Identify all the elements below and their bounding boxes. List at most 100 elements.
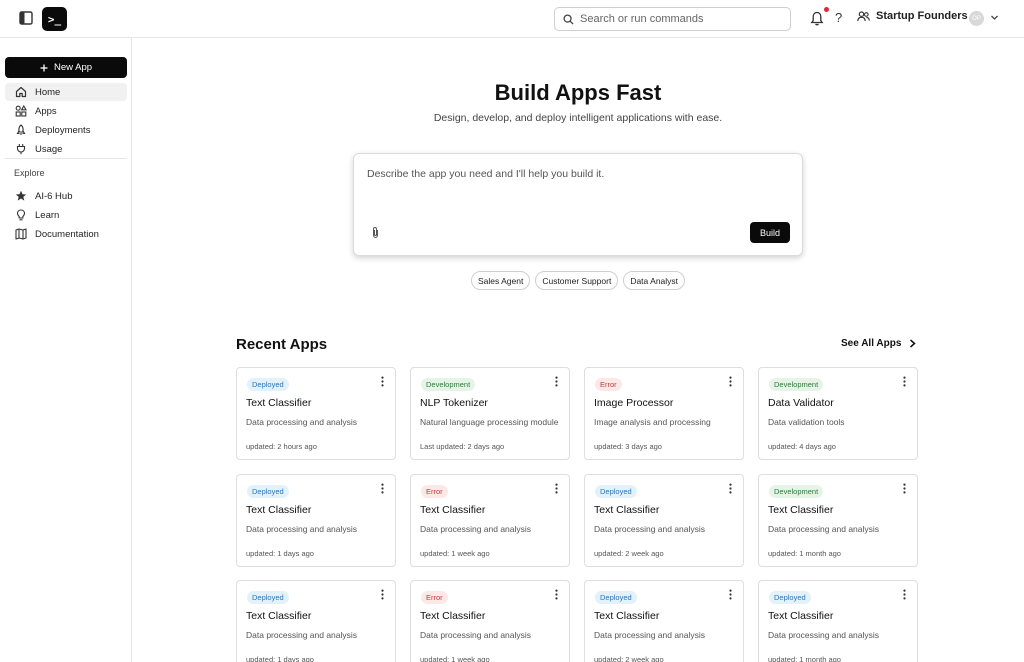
more-vertical-icon[interactable] — [902, 376, 907, 387]
app-card[interactable]: Deployed Text Classifier Data processing a… — [584, 474, 744, 567]
see-all-apps-link[interactable]: See All Apps — [841, 338, 917, 349]
sidebar-item-label: Documentation — [35, 228, 99, 240]
prompt-box: Build — [353, 153, 803, 256]
card-updated: updated: 3 days ago — [594, 442, 662, 451]
card-title: Text Classifier — [246, 397, 312, 409]
card-updated: updated: 1 month ago — [768, 549, 841, 558]
card-title: Text Classifier — [768, 504, 834, 516]
card-description: Data processing and analysis — [594, 524, 706, 534]
suggestion-chips: Sales Agent Customer Support Data Analys… — [132, 271, 1024, 290]
home-icon — [15, 86, 27, 98]
sidebar-item-documentation[interactable]: Documentation — [5, 225, 127, 243]
status-badge: Deployed — [595, 485, 637, 498]
usage-icon — [16, 144, 26, 155]
card-description: Data processing and analysis — [420, 524, 532, 534]
more-vertical-icon[interactable] — [554, 483, 559, 494]
app-card[interactable]: Deployed Text Classifier Data processing a… — [584, 580, 744, 662]
status-badge: Deployed — [247, 485, 289, 498]
card-updated: updated: 2 week ago — [594, 549, 664, 558]
bell-icon[interactable] — [810, 11, 824, 26]
card-title: Image Processor — [594, 397, 674, 409]
card-description: Image analysis and processing — [594, 417, 711, 427]
new-app-button[interactable]: New App — [5, 57, 127, 78]
chip-data-analyst[interactable]: Data Analyst — [623, 271, 686, 290]
app-card[interactable]: Error Text Classifier Data processing and … — [410, 580, 570, 662]
help-icon[interactable]: ? — [835, 10, 842, 25]
more-vertical-icon[interactable] — [902, 589, 907, 600]
card-title: NLP Tokenizer — [420, 397, 488, 409]
more-vertical-icon[interactable] — [380, 376, 385, 387]
sidebar: New App Home Apps Deployments Usage Expl… — [0, 38, 132, 662]
deployments-icon — [16, 124, 26, 135]
app-card[interactable]: Deployed Text Classifier Data processing a… — [758, 580, 918, 662]
app-card[interactable]: Deployed Text Classifier Data processing a… — [236, 367, 396, 460]
card-title: Text Classifier — [420, 504, 486, 516]
status-badge: Deployed — [247, 591, 289, 604]
sidebar-item-home[interactable]: Home — [5, 83, 127, 101]
app-card[interactable]: Error Image Processor Image analysis and p… — [584, 367, 744, 460]
card-title: Text Classifier — [420, 610, 486, 622]
plus-icon — [40, 64, 48, 71]
card-title: Text Classifier — [246, 610, 312, 622]
sidebar-item-learn[interactable]: Learn — [5, 206, 127, 224]
org-name: Startup Founders — [876, 10, 968, 22]
chip-sales-agent[interactable]: Sales Agent — [470, 271, 531, 290]
more-vertical-icon[interactable] — [380, 483, 385, 494]
org-switcher[interactable]: Startup Founders — [857, 10, 968, 22]
more-vertical-icon[interactable] — [728, 376, 733, 387]
app-card[interactable]: Deployed Text Classifier Data processing a… — [236, 474, 396, 567]
more-vertical-icon[interactable] — [380, 589, 385, 600]
card-title: Text Classifier — [246, 504, 312, 516]
lightbulb-icon — [16, 209, 26, 221]
app-card[interactable]: Development Data Validator Data validation… — [758, 367, 918, 460]
sidebar-item-deployments[interactable]: Deployments — [5, 121, 127, 139]
sidebar-toggle-icon[interactable] — [19, 11, 33, 25]
more-vertical-icon[interactable] — [902, 483, 907, 494]
card-title: Data Validator — [768, 397, 834, 409]
sidebar-divider — [5, 158, 127, 159]
card-updated: updated: 2 week ago — [594, 655, 664, 662]
card-updated: updated: 1 week ago — [420, 655, 490, 662]
users-icon — [857, 10, 870, 21]
more-vertical-icon[interactable] — [728, 483, 733, 494]
sidebar-item-label: AI-6 Hub — [35, 190, 73, 202]
sidebar-item-apps[interactable]: Apps — [5, 102, 127, 120]
status-badge: Error — [595, 378, 622, 391]
build-button[interactable]: Build — [750, 222, 790, 243]
more-vertical-icon[interactable] — [728, 589, 733, 600]
sidebar-item-label: Usage — [35, 143, 63, 155]
sidebar-item-ai-hub[interactable]: AI-6 Hub — [5, 187, 127, 205]
card-description: Data processing and analysis — [420, 630, 532, 640]
card-updated: updated: 1 week ago — [420, 549, 490, 558]
status-badge: Error — [421, 485, 448, 498]
status-badge: Development — [421, 378, 476, 391]
app-card[interactable]: Deployed Text Classifier Data processing a… — [236, 580, 396, 662]
app-logo[interactable]: >_ — [42, 7, 67, 31]
notification-dot — [824, 7, 829, 12]
chevron-down-icon[interactable] — [990, 13, 999, 22]
more-vertical-icon[interactable] — [554, 376, 559, 387]
chip-customer-support[interactable]: Customer Support — [535, 271, 619, 290]
app-card[interactable]: Development Text Classifier Data processin… — [758, 474, 918, 567]
explore-label: Explore — [14, 168, 45, 178]
app-card[interactable]: Error Text Classifier Data processing and … — [410, 474, 570, 567]
sidebar-item-label: Home — [35, 86, 61, 98]
card-description: Data processing and analysis — [768, 524, 880, 534]
status-badge: Development — [769, 378, 824, 391]
paperclip-icon[interactable] — [370, 226, 381, 239]
more-vertical-icon[interactable] — [554, 589, 559, 600]
card-updated: updated: 2 hours ago — [246, 442, 317, 451]
chevron-right-icon — [910, 339, 917, 348]
sidebar-item-usage[interactable]: Usage — [5, 140, 127, 158]
status-badge: Error — [421, 591, 448, 604]
search-bar[interactable] — [554, 7, 791, 31]
card-description: Data validation tools — [768, 417, 845, 427]
card-description: Data processing and analysis — [246, 524, 358, 534]
app-card[interactable]: Development NLP Tokenizer Natural language… — [410, 367, 570, 460]
prompt-input[interactable] — [367, 168, 787, 208]
top-bar: >_ ? Startup Founders OP — [0, 0, 1024, 38]
status-badge: Deployed — [247, 378, 289, 391]
search-input[interactable] — [580, 13, 780, 25]
card-updated: updated: 1 days ago — [246, 655, 314, 662]
avatar[interactable]: OP — [969, 11, 984, 26]
